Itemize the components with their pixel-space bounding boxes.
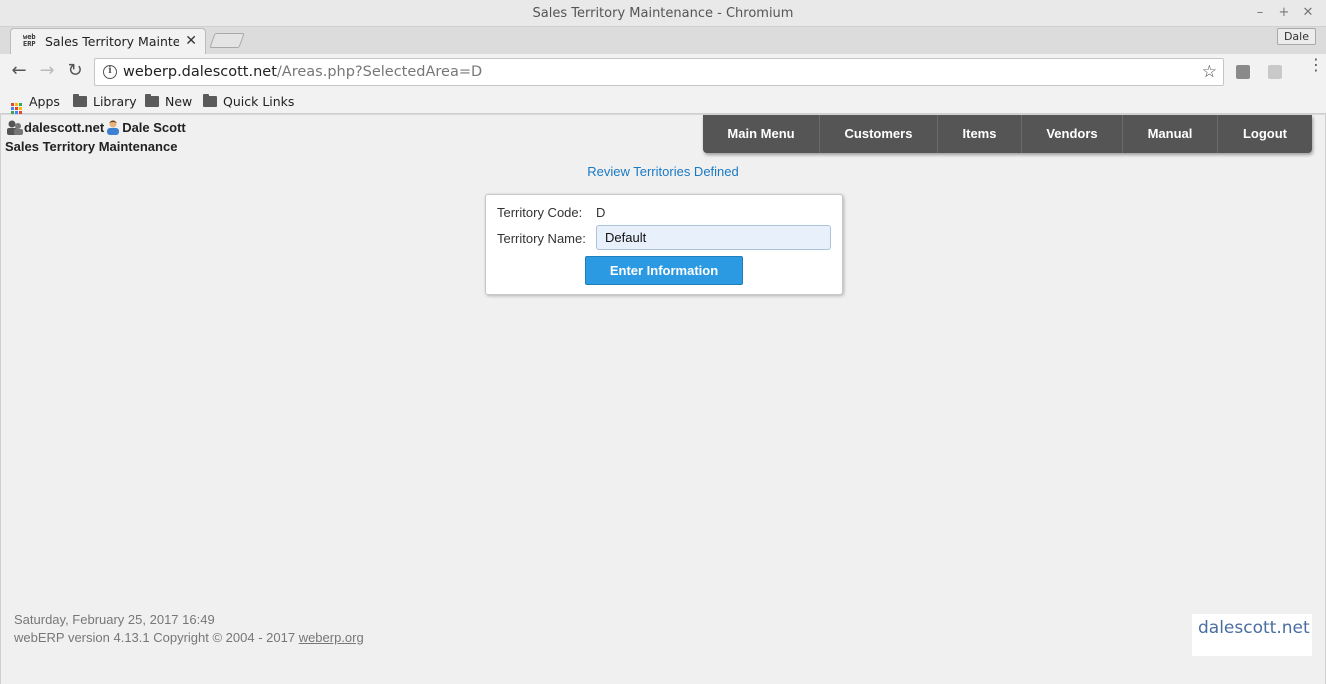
back-arrow-icon[interactable]: ← (8, 61, 30, 83)
bookmark-new[interactable]: New (145, 92, 192, 111)
company-header: dalescott.net Dale Scott (6, 119, 186, 135)
footer-version: webERP version 4.13.1 Copyright © 2004 -… (14, 630, 364, 645)
window-titlebar: Sales Territory Maintenance - Chromium –… (0, 0, 1326, 27)
maximize-button[interactable]: + (1275, 4, 1293, 22)
tab-close-icon[interactable]: ✕ (185, 33, 197, 49)
extension-icon[interactable] (1236, 65, 1250, 79)
folder-icon (203, 94, 217, 107)
main-nav: Main Menu Customers Items Vendors Manual… (703, 115, 1312, 153)
window-title: Sales Territory Maintenance - Chromium (532, 6, 794, 21)
close-window-button[interactable]: ✕ (1299, 4, 1317, 22)
url-path: /Areas.php?SelectedArea=D (276, 64, 483, 80)
territory-code-label: Territory Code: (497, 205, 583, 220)
bookmark-label: Library (93, 94, 137, 109)
territory-form: Territory Code: D Territory Name: Defaul… (485, 194, 843, 295)
page-title: Sales Territory Maintenance (5, 139, 178, 154)
url-text[interactable]: weberp.dalescott.net/Areas.php?SelectedA… (123, 64, 482, 80)
weberp-favicon-icon: web ERP (23, 33, 36, 48)
user-name: Dale Scott (122, 120, 186, 135)
apps-grid-icon (11, 103, 22, 114)
version-text: webERP version 4.13.1 Copyright © 2004 -… (14, 630, 299, 645)
profile-button[interactable]: Dale (1276, 28, 1316, 45)
nav-customers[interactable]: Customers (820, 115, 938, 153)
bookmark-apps[interactable]: Apps (11, 92, 60, 114)
address-bar[interactable]: i weberp.dalescott.net/Areas.php?Selecte… (94, 58, 1224, 86)
folder-icon (73, 94, 87, 107)
folder-icon (145, 94, 159, 107)
nav-manual[interactable]: Manual (1123, 115, 1218, 153)
minimize-button[interactable]: – (1251, 4, 1269, 22)
url-host: weberp.dalescott.net (123, 64, 277, 80)
nav-items[interactable]: Items (938, 115, 1022, 153)
bookmark-label: Apps (29, 94, 60, 109)
reload-icon[interactable]: ↻ (64, 61, 86, 83)
browser-menu-icon[interactable]: ⋮ (1308, 57, 1324, 73)
bookmark-label: New (165, 94, 193, 109)
bookmark-quick-links[interactable]: Quick Links (203, 92, 294, 111)
bookmark-label: Quick Links (223, 94, 295, 109)
territory-name-label: Territory Name: (497, 231, 586, 246)
territory-name-input[interactable]: Default (596, 225, 831, 250)
tab-strip: web ERP Sales Territory Maintenance ✕ Da… (0, 27, 1326, 54)
bookmark-library[interactable]: Library (73, 92, 137, 111)
tab-label: Sales Territory Maintenance (45, 34, 179, 49)
info-icon[interactable]: i (103, 65, 117, 79)
nav-main-menu[interactable]: Main Menu (703, 115, 820, 153)
new-tab-button[interactable] (209, 33, 245, 48)
tab-sales-territory[interactable]: web ERP Sales Territory Maintenance ✕ (10, 28, 206, 54)
nav-vendors[interactable]: Vendors (1022, 115, 1123, 153)
nav-logout[interactable]: Logout (1218, 115, 1312, 153)
bookmarks-bar: Apps Library New Quick Links (0, 89, 1326, 114)
page-content: dalescott.net Dale Scott Sales Territory… (0, 115, 1326, 684)
extension-puzzle-icon[interactable] (1268, 65, 1282, 79)
company-name: dalescott.net (24, 120, 105, 135)
review-territories-link[interactable]: Review Territories Defined (1, 164, 1325, 179)
footer-datetime: Saturday, February 25, 2017 16:49 (14, 612, 215, 627)
browser-toolbar: ← → ↻ i weberp.dalescott.net/Areas.php?S… (0, 54, 1326, 89)
user-icon (107, 120, 120, 135)
weberp-link[interactable]: weberp.org (299, 630, 364, 645)
company-icon (7, 120, 23, 135)
bookmark-star-icon[interactable]: ☆ (1202, 62, 1217, 82)
territory-code-value: D (596, 205, 606, 220)
company-logo: dalescott.net (1192, 614, 1312, 656)
forward-arrow-icon[interactable]: → (36, 61, 58, 83)
enter-information-button[interactable]: Enter Information (585, 256, 743, 285)
